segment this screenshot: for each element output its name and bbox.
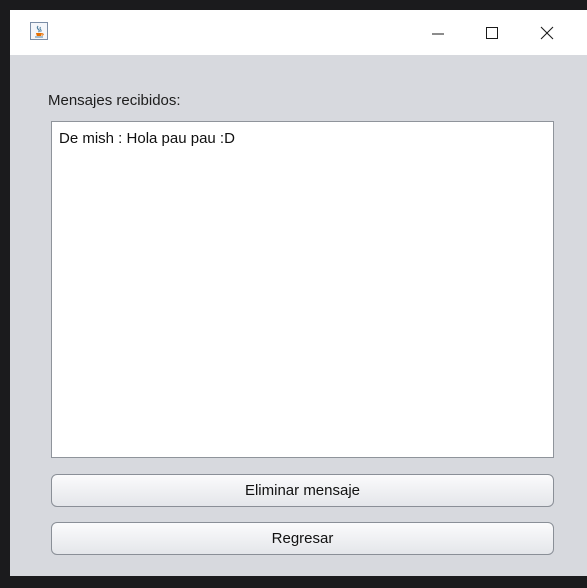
java-cup-icon[interactable] — [30, 22, 48, 40]
message-item: De mish : Hola pau pau :D — [59, 130, 235, 147]
app-window: Mensajes recibidos: De mish : Hola pau p… — [10, 10, 587, 576]
messages-text-area[interactable]: De mish : Hola pau pau :D — [51, 121, 554, 458]
minimize-icon — [432, 33, 444, 35]
maximize-icon — [486, 27, 498, 39]
delete-message-button[interactable]: Eliminar mensaje — [51, 474, 554, 507]
back-button[interactable]: Regresar — [51, 522, 554, 555]
minimize-button[interactable] — [413, 10, 461, 55]
close-button[interactable] — [523, 10, 571, 55]
close-icon — [540, 26, 554, 40]
title-bar[interactable] — [10, 10, 587, 55]
messages-label: Mensajes recibidos: — [48, 92, 181, 109]
maximize-button[interactable] — [467, 10, 515, 55]
